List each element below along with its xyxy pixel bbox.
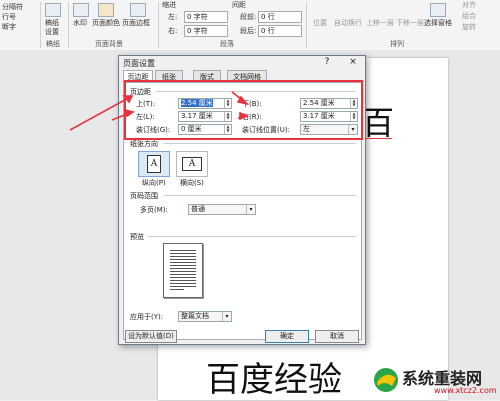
watermark-url: www.xtcz2.com [434, 386, 497, 395]
site-watermark: 系统重装网 www.xtcz2.com [368, 362, 500, 400]
watermark-logo-icon [374, 368, 398, 392]
annotation-arrows [69, 91, 250, 131]
annotation-arrow-head [123, 108, 135, 118]
annotation-arrow-head [239, 111, 250, 121]
annotation-arrow [69, 95, 133, 131]
